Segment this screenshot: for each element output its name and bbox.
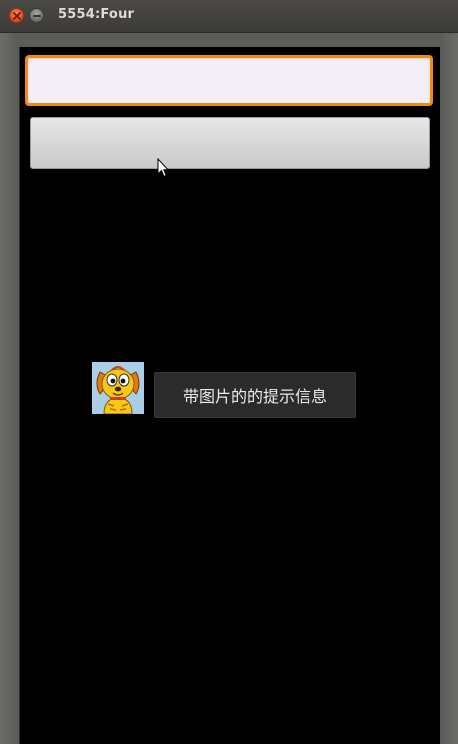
toast-image — [92, 362, 144, 415]
show-toast-button[interactable] — [30, 117, 430, 169]
minimize-window-button[interactable] — [29, 8, 44, 23]
emulator-window: 5554:Four 带图片的的提示信息 — [0, 0, 458, 744]
device-frame-left — [0, 33, 18, 744]
title-bar: 5554:Four — [0, 0, 458, 33]
text-input[interactable] — [25, 55, 433, 106]
mouse-pointer-icon — [157, 158, 169, 178]
close-window-button[interactable] — [9, 8, 24, 23]
close-icon — [13, 12, 21, 20]
device-screen: 带图片的的提示信息 — [19, 47, 440, 744]
toast-text: 带图片的的提示信息 — [182, 387, 327, 406]
device-frame-right — [439, 33, 458, 744]
toast-message: 带图片的的提示信息 — [154, 372, 356, 418]
cartoon-dog-icon — [92, 362, 144, 415]
minimize-icon — [33, 15, 41, 17]
device-frame-top — [18, 33, 439, 47]
window-title: 5554:Four — [58, 7, 135, 22]
